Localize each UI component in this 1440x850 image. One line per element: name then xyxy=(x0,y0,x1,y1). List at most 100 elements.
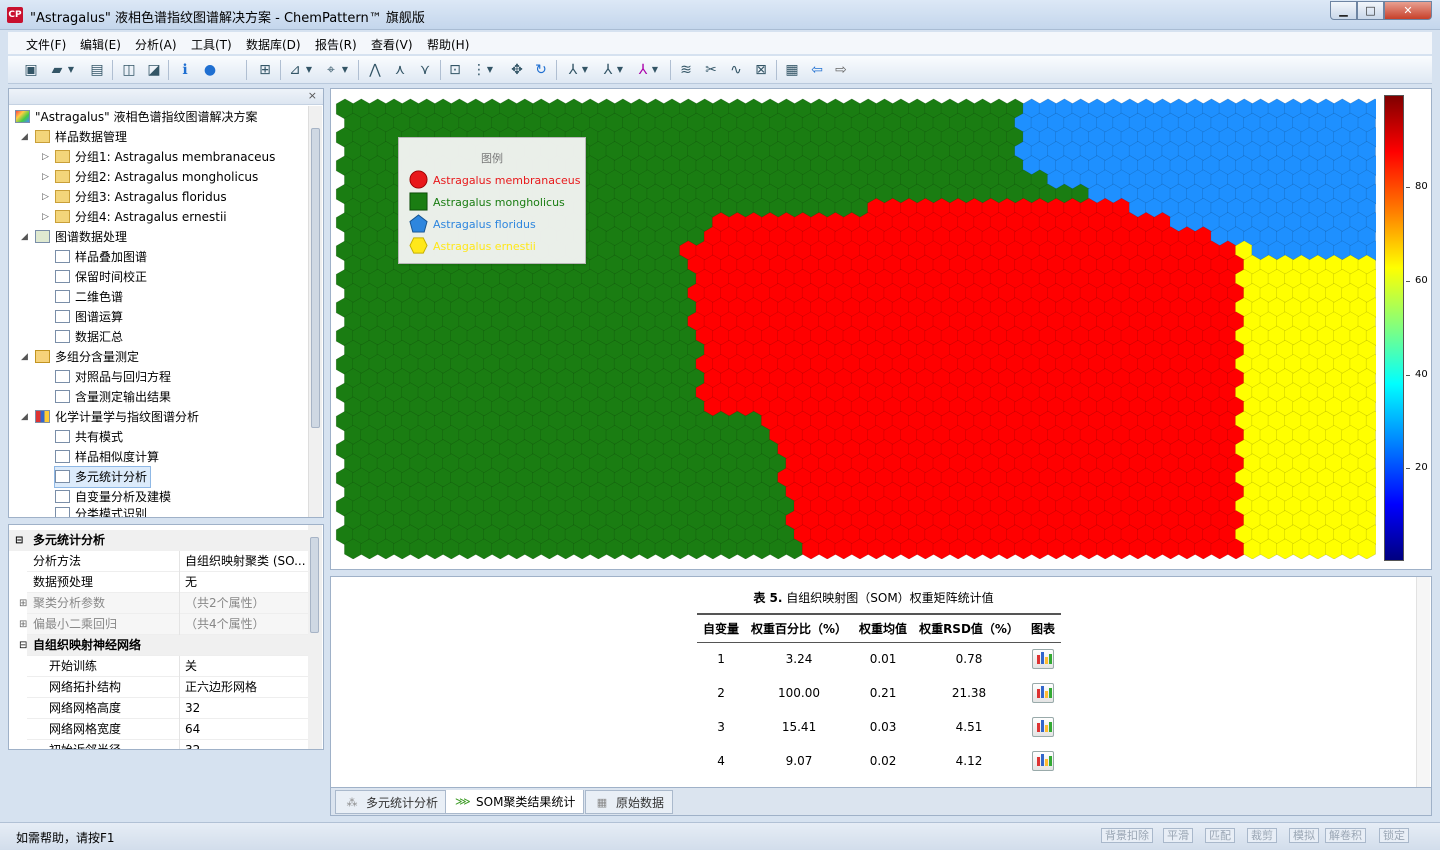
new-project-icon[interactable]: ▣ xyxy=(22,61,40,79)
collapse-arrow-icon[interactable]: ◢ xyxy=(21,412,28,422)
prop-initial-radius[interactable]: 初始近邻半径 32 xyxy=(27,740,309,749)
prop-method[interactable]: 分析方法 自组织映射聚类 (SO... xyxy=(27,551,309,572)
prop-pls[interactable]: ⊞ 偏最小二乘回归 （共4个属性） xyxy=(19,614,309,635)
tree-item-sample-mgmt[interactable]: 样品数据管理 xyxy=(35,127,127,147)
legend-entry-mongholicus[interactable]: Astragalus mongholicus xyxy=(409,192,565,212)
axis-icon[interactable]: ⊿ xyxy=(286,61,304,79)
menu-tools[interactable]: 工具(T) xyxy=(191,36,232,53)
expand-icon[interactable]: ⊞ xyxy=(19,593,27,614)
dropdown-arrow-icon[interactable]: ▼ xyxy=(615,61,625,79)
prop-value[interactable]: 64 xyxy=(179,719,309,740)
menu-help[interactable]: 帮助(H) xyxy=(427,36,469,53)
tree-item-similarity[interactable]: 样品相似度计算 xyxy=(55,447,159,467)
tab-som-stats[interactable]: ⋙ SOM聚类结果统计 xyxy=(445,790,585,814)
tree-item-group-3[interactable]: 分组3: Astragalus floridus xyxy=(55,187,227,207)
collapse-arrow-icon[interactable]: ◢ xyxy=(21,352,28,362)
prop-value[interactable]: 32 xyxy=(179,698,309,719)
table-scrollbar[interactable] xyxy=(1416,577,1430,787)
back-arrow-icon[interactable]: ⇦ xyxy=(808,61,826,79)
bar-chart-icon[interactable] xyxy=(1031,717,1054,737)
scrollbar-thumb[interactable] xyxy=(310,537,319,633)
expand-arrow-icon[interactable]: ▷ xyxy=(42,152,49,162)
tab-raw-data[interactable]: ▦ 原始数据 xyxy=(585,790,674,814)
spectrum-cut-icon[interactable]: ✂ xyxy=(702,61,720,79)
legend-entry-floridus[interactable]: Astragalus floridus xyxy=(409,214,536,234)
prop-value[interactable]: 无 xyxy=(179,572,309,593)
dropdown-arrow-icon[interactable]: ▼ xyxy=(580,61,590,79)
menu-report[interactable]: 报告(R) xyxy=(315,36,357,53)
prop-value[interactable]: 关 xyxy=(179,656,309,677)
tab-multivariate[interactable]: ⁂ 多元统计分析 xyxy=(335,790,448,814)
globe-icon[interactable]: ● xyxy=(201,61,219,79)
prop-topology[interactable]: 网络拓扑结构 正六边形网格 xyxy=(27,677,309,698)
prop-value[interactable]: 正六边形网格 xyxy=(179,677,309,698)
prop-value[interactable]: 自组织映射聚类 (SO... xyxy=(179,551,309,572)
export-icon[interactable]: ◪ xyxy=(145,61,163,79)
prop-grid-width[interactable]: 网络网格宽度 64 xyxy=(27,719,309,740)
prop-start-training[interactable]: 开始训练 关 xyxy=(27,656,309,677)
menu-database[interactable]: 数据库(D) xyxy=(246,36,301,53)
legend-entry-membranaceus[interactable]: Astragalus membranaceus xyxy=(409,170,581,190)
dropdown-arrow-icon[interactable]: ▼ xyxy=(650,61,660,79)
import-icon[interactable]: ◫ xyxy=(120,61,138,79)
peak-edit-icon[interactable]: ⋏ xyxy=(391,61,409,79)
tree-scrollbar[interactable] xyxy=(308,106,322,517)
close-panel-icon[interactable]: × xyxy=(308,89,317,102)
prop-group-multivariate[interactable]: ⊟ 多元统计分析 xyxy=(9,530,309,551)
col-header-weight-rsd[interactable]: 权重RSD值（%） xyxy=(913,613,1025,643)
col-header-weight-percent[interactable]: 权重百分比（%） xyxy=(745,613,854,643)
tree-item-classification[interactable]: 分类模式识别 xyxy=(55,507,147,517)
bar-chart-icon[interactable] xyxy=(1031,649,1054,670)
collapse-icon[interactable]: ⊟ xyxy=(15,530,23,551)
tree-item-reference[interactable]: 对照品与回归方程 xyxy=(55,367,171,387)
zoom-icon[interactable]: ⊡ xyxy=(446,61,464,79)
expand-arrow-icon[interactable]: ▷ xyxy=(42,192,49,202)
tree-item-chemometrics[interactable]: 化学计量学与指纹图谱分析 xyxy=(35,407,199,427)
save-icon[interactable]: ▤ xyxy=(88,61,106,79)
expand-icon[interactable]: ⊞ xyxy=(19,614,27,635)
tree-item-data-summary[interactable]: 数据汇总 xyxy=(55,327,123,347)
dropdown-arrow-icon[interactable]: ▼ xyxy=(66,61,76,79)
tree-item-group-1[interactable]: 分组1: Astragalus membranaceus xyxy=(55,147,275,167)
tree-root[interactable]: "Astragalus" 液相色谱指纹图谱解决方案 xyxy=(15,107,257,127)
legend[interactable]: 图例 Astragalus membranaceus Astragalus mo… xyxy=(398,137,586,264)
tree-item-spectrum-calc[interactable]: 图谱运算 xyxy=(55,307,123,327)
minimize-button[interactable]: ▁ xyxy=(1330,1,1357,20)
collapse-arrow-icon[interactable]: ◢ xyxy=(21,232,28,242)
maximize-button[interactable]: □ xyxy=(1357,1,1384,20)
expand-arrow-icon[interactable]: ▷ xyxy=(42,172,49,182)
report-icon[interactable]: ▦ xyxy=(783,61,801,79)
forward-arrow-icon[interactable]: ⇨ xyxy=(832,61,850,79)
col-header-weight-mean[interactable]: 权重均值 xyxy=(853,613,914,643)
tree-item-multi-content[interactable]: 多组分含量测定 xyxy=(35,347,139,367)
tree-item-rt-correction[interactable]: 保留时间校正 xyxy=(55,267,147,287)
bar-chart-icon[interactable] xyxy=(1031,751,1054,771)
peak-icon[interactable]: ⋀ xyxy=(366,61,384,79)
info-icon[interactable]: ℹ xyxy=(176,61,194,79)
spectrum-icon[interactable]: ≋ xyxy=(677,61,695,79)
spectrum-fit-icon[interactable]: ∿ xyxy=(727,61,745,79)
open-folder-icon[interactable]: ▰ xyxy=(48,61,66,79)
spectrum-lock-icon[interactable]: ⊠ xyxy=(752,61,770,79)
prop-cluster-params[interactable]: ⊞ 聚类分析参数 （共2个属性） xyxy=(19,593,309,614)
dropdown-arrow-icon[interactable]: ▼ xyxy=(304,61,314,79)
prop-value[interactable]: 32 xyxy=(179,740,309,749)
col-header-chart[interactable]: 图表 xyxy=(1024,613,1061,643)
property-scrollbar[interactable] xyxy=(308,525,322,749)
close-button[interactable]: ✕ xyxy=(1384,1,1432,20)
tree-item-multivariate[interactable]: 多元统计分析 xyxy=(53,466,152,488)
bar-chart-icon[interactable] xyxy=(1031,683,1054,703)
dropdown-arrow-icon[interactable]: ▼ xyxy=(485,61,495,79)
menu-file[interactable]: 文件(F) xyxy=(26,36,66,53)
peak-align-icon[interactable]: ⋎ xyxy=(416,61,434,79)
tree-item-variable-analysis[interactable]: 自变量分析及建模 xyxy=(55,487,171,507)
tree-item-group-2[interactable]: 分组2: Astragalus mongholicus xyxy=(55,167,258,187)
collapse-arrow-icon[interactable]: ◢ xyxy=(21,132,28,142)
menu-analysis[interactable]: 分析(A) xyxy=(135,36,177,53)
tree-item-spectrum-proc[interactable]: 图谱数据处理 xyxy=(35,227,127,247)
move-icon[interactable]: ✥ xyxy=(508,61,526,79)
menu-edit[interactable]: 编辑(E) xyxy=(80,36,121,53)
collapse-icon[interactable]: ⊟ xyxy=(19,635,27,656)
dropdown-arrow-icon[interactable]: ▼ xyxy=(340,61,350,79)
expand-arrow-icon[interactable]: ▷ xyxy=(42,212,49,222)
